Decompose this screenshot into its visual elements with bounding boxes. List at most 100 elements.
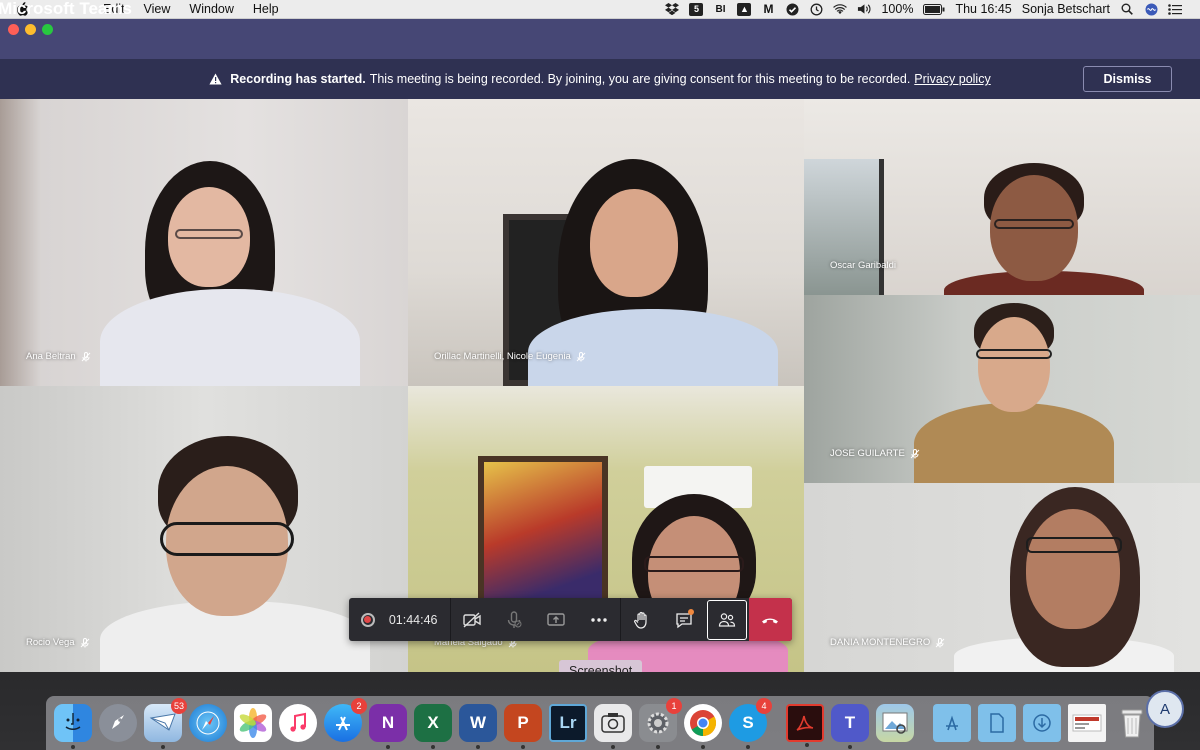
share-screen-icon (547, 612, 566, 626)
participants-button[interactable] (707, 599, 747, 640)
participants-icon (718, 612, 736, 627)
spotlight-search-icon[interactable] (1120, 3, 1134, 16)
zoom-window-button[interactable] (42, 24, 53, 35)
bi-icon[interactable]: BI (713, 3, 727, 16)
close-window-button[interactable] (8, 24, 19, 35)
user-name[interactable]: Sonja Betschart (1022, 2, 1110, 16)
onenote-icon[interactable]: N (369, 704, 407, 749)
app-store-icon[interactable]: 2 (324, 698, 367, 742)
menu-help[interactable]: Help (253, 2, 279, 16)
video-tile[interactable]: Orillac Martinelli, Nicole Eugenia (408, 99, 804, 386)
clock[interactable]: Thu 16:45 (955, 2, 1011, 16)
photos-icon[interactable] (234, 704, 272, 742)
banner-title: Recording has started. (230, 72, 366, 86)
user-avatar[interactable]: A (1146, 690, 1184, 728)
excel-letter: X (427, 713, 439, 732)
camera-off-icon (463, 611, 481, 628)
battery-percent: 100% (881, 2, 914, 16)
system-preferences-icon[interactable]: 1 (639, 698, 682, 749)
volume-icon[interactable] (857, 3, 871, 16)
onenote-letter: N (381, 713, 395, 732)
music-icon[interactable] (279, 704, 317, 742)
participant-name: Ana Beltran (26, 351, 76, 362)
status-area: 5 BI ▲ M 100% Thu 16:45 Sonja Betschart (665, 2, 1200, 16)
mic-muted-icon (935, 637, 945, 647)
chrome-icon[interactable] (684, 704, 722, 749)
check-circle-icon[interactable] (785, 3, 799, 16)
participant-video (914, 303, 1114, 483)
teams-letter: T (844, 713, 856, 732)
window-titlebar (0, 19, 1200, 59)
preview-icon[interactable] (876, 704, 914, 742)
word-icon[interactable]: W (459, 704, 497, 749)
video-tile[interactable]: DANIA MONTENEGRO (804, 483, 1200, 672)
powerpoint-icon[interactable]: P (504, 704, 542, 749)
downloads-folder-icon[interactable] (1023, 704, 1061, 742)
video-tile[interactable]: Oscar Garibaldi (804, 99, 1200, 295)
skype-letter: S (742, 713, 754, 732)
mail-badge: 53 (170, 698, 187, 714)
share-screen-button[interactable] (535, 598, 577, 641)
video-tile[interactable]: Rocio Vega (0, 386, 408, 672)
dropbox-icon[interactable] (665, 3, 680, 16)
siri-icon[interactable] (1144, 3, 1158, 16)
camera-toggle-button[interactable] (451, 598, 493, 641)
call-controls: 01:44:46 (349, 598, 792, 641)
screenshot-icon[interactable] (594, 704, 632, 749)
participant-name-label: Rocio Vega (26, 637, 90, 648)
raise-hand-button[interactable] (621, 598, 663, 641)
more-actions-button[interactable] (578, 598, 620, 641)
hang-up-icon (762, 618, 779, 623)
participant-name-label: Orillac Martinelli, Nicole Eugenia (434, 351, 586, 362)
mic-muted-icon (910, 448, 920, 458)
menu-window[interactable]: Window (189, 2, 233, 16)
dock: 53 2 N X W P Lr 1 S 4 T (46, 696, 1154, 750)
word-letter: W (469, 713, 487, 732)
five-icon[interactable]: 5 (689, 2, 704, 16)
skype-badge: 4 (756, 698, 772, 714)
mail-icon[interactable]: 53 (144, 698, 187, 749)
participant-name: Orillac Martinelli, Nicole Eugenia (434, 351, 571, 362)
menu-view[interactable]: View (144, 2, 171, 16)
participant-name: Rocio Vega (26, 637, 75, 648)
mic-muted-icon (576, 351, 586, 361)
skype-icon[interactable]: S 4 (729, 698, 772, 749)
mic-muted-icon (80, 637, 89, 647)
privacy-policy-link[interactable]: Privacy policy (914, 72, 990, 86)
documents-folder-icon[interactable] (978, 704, 1016, 742)
video-tile[interactable]: JOSE GUILARTE (804, 295, 1200, 483)
raise-hand-icon (633, 611, 647, 629)
more-icon (590, 617, 607, 622)
applications-folder-icon[interactable] (933, 704, 971, 742)
m-app-icon[interactable]: M (761, 2, 775, 16)
recent-document-icon[interactable] (1068, 704, 1106, 742)
teams-icon[interactable]: T (831, 704, 869, 749)
acrobat-icon[interactable] (786, 704, 824, 747)
launchpad-icon[interactable] (99, 704, 137, 742)
powerpoint-letter: P (517, 713, 529, 732)
mic-toggle-button[interactable] (493, 598, 535, 641)
dismiss-button[interactable]: Dismiss (1083, 66, 1172, 92)
participant-name-label: JOSE GUILARTE (830, 448, 920, 459)
participant-name: DANIA MONTENEGRO (830, 637, 931, 648)
menu-bar: Microsoft Teams Edit View Window Help 5 … (0, 0, 1200, 19)
banner-message: This meeting is being recorded. By joini… (369, 72, 911, 86)
time-machine-icon[interactable] (809, 3, 823, 16)
battery-icon[interactable] (923, 3, 945, 16)
window-frame (804, 159, 884, 295)
triangle-app-icon[interactable]: ▲ (737, 2, 752, 16)
video-tile[interactable]: Ana Beltran (0, 99, 408, 386)
wifi-icon[interactable] (833, 3, 848, 16)
lightroom-icon[interactable]: Lr (549, 704, 587, 742)
excel-icon[interactable]: X (414, 704, 452, 749)
chat-button[interactable] (663, 598, 705, 641)
notification-center-icon[interactable] (1168, 3, 1182, 16)
safari-icon[interactable] (189, 704, 227, 742)
minimize-window-button[interactable] (25, 24, 36, 35)
lightroom-label: Lr (559, 713, 577, 732)
finder-icon[interactable] (54, 704, 92, 749)
warning-icon (209, 73, 222, 85)
system-preferences-badge: 1 (666, 698, 682, 714)
hang-up-button[interactable] (748, 598, 792, 641)
participant-video (954, 487, 1174, 672)
